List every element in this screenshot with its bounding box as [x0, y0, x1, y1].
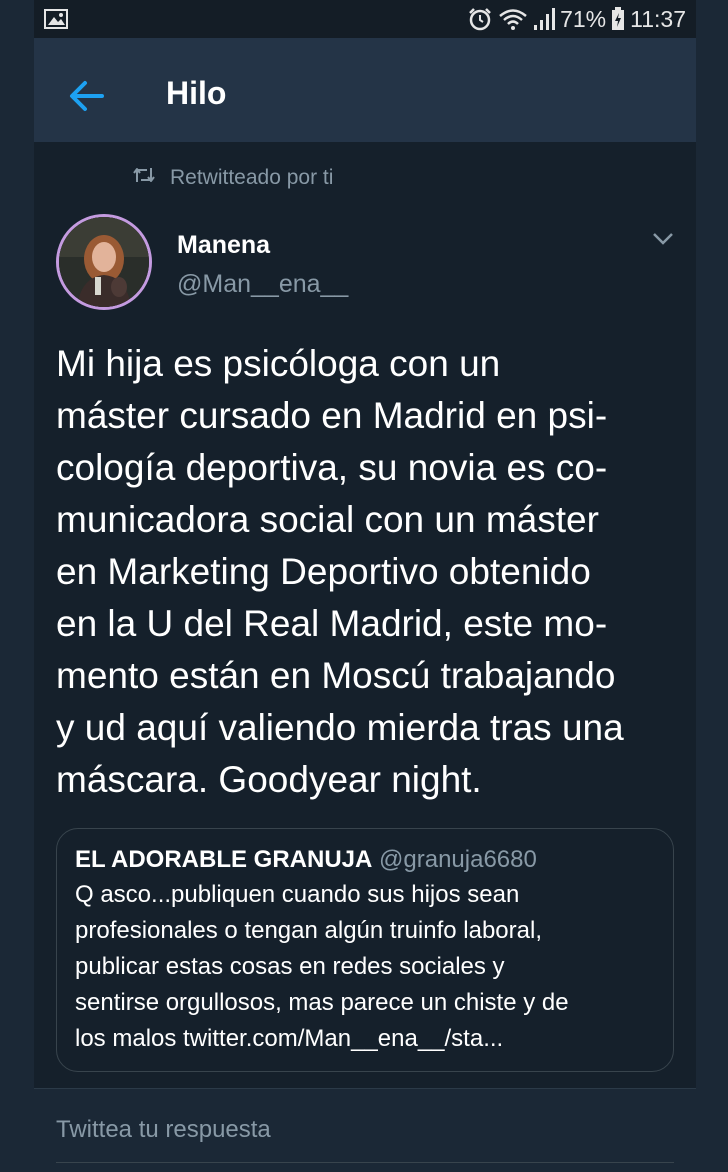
battery-icon	[611, 7, 625, 31]
clock-time: 11:37	[630, 5, 686, 32]
right-margin	[694, 0, 728, 1172]
tweet-text-line: máster cursado en Madrid en psi-	[56, 395, 608, 436]
tweet-text-line: y ud aquí valiendo mierda tras una	[56, 707, 624, 748]
reply-input[interactable]: Twittea tu respuesta	[56, 1116, 271, 1144]
left-margin	[0, 0, 34, 1172]
author-name[interactable]: Manena	[177, 231, 270, 260]
avatar[interactable]	[56, 214, 152, 310]
phone-screen: 71% 11:37 Hilo Retwitteado por ti Manena…	[34, 0, 696, 1172]
quoted-tweet-text: Q asco...publiquen cuando sus hijos sean…	[75, 877, 655, 1057]
page-title: Hilo	[166, 75, 227, 111]
quoted-tweet-card[interactable]: EL ADORABLE GRANUJA @granuja6680 Q asco.…	[56, 828, 674, 1072]
tweet-text-line: máscara. Goodyear night.	[56, 759, 482, 800]
author-handle[interactable]: @Man__ena__	[177, 270, 348, 299]
tweet-text-line: en Marketing Deportivo obtenido	[56, 551, 591, 592]
quoted-text-line: publicar estas cosas en redes sociales y	[75, 953, 505, 980]
quoted-text-line[interactable]: los malos twitter.com/Man__ena__/sta...	[75, 1021, 655, 1057]
reply-input-underline	[56, 1162, 674, 1163]
quoted-author-name: EL ADORABLE GRANUJA	[75, 846, 373, 873]
gallery-notification-icon	[44, 9, 68, 34]
tweet-text-line: Mi hija es psicóloga con un	[56, 343, 501, 384]
app-bar: Hilo	[34, 38, 696, 142]
back-arrow-icon[interactable]	[64, 73, 110, 119]
tweet-text-line: mento están en Moscú trabajando	[56, 655, 616, 696]
battery-percent: 71%	[560, 5, 607, 32]
alarm-icon	[467, 7, 493, 31]
quoted-text-line: profesionales o tengan algún truinfo lab…	[75, 917, 542, 944]
chevron-down-icon[interactable]	[652, 232, 674, 251]
tweet-text: Mi hija es psicóloga con un máster cursa…	[56, 338, 681, 806]
quoted-text-line: Q asco...publiquen cuando sus hijos sean	[75, 881, 520, 908]
status-bar: 71% 11:37	[34, 0, 696, 38]
tweet-text-line: cología deportiva, su novia es co-	[56, 447, 608, 488]
quoted-text-line: sentirse orgullosos, mas parece un chist…	[75, 989, 569, 1016]
quoted-author-handle: @granuja6680	[379, 846, 537, 873]
tweet-text-line: en la U del Real Madrid, este mo-	[56, 603, 608, 644]
retweet-indicator: Retwitteado por ti	[132, 166, 333, 190]
tweet-text-line: municadora social con un máster	[56, 499, 599, 540]
retweet-label: Retwitteado por ti	[170, 166, 334, 189]
quoted-tweet-header: EL ADORABLE GRANUJA @granuja6680	[75, 845, 655, 875]
wifi-icon	[498, 7, 528, 31]
retweet-icon	[132, 166, 156, 190]
signal-icon	[533, 7, 556, 31]
